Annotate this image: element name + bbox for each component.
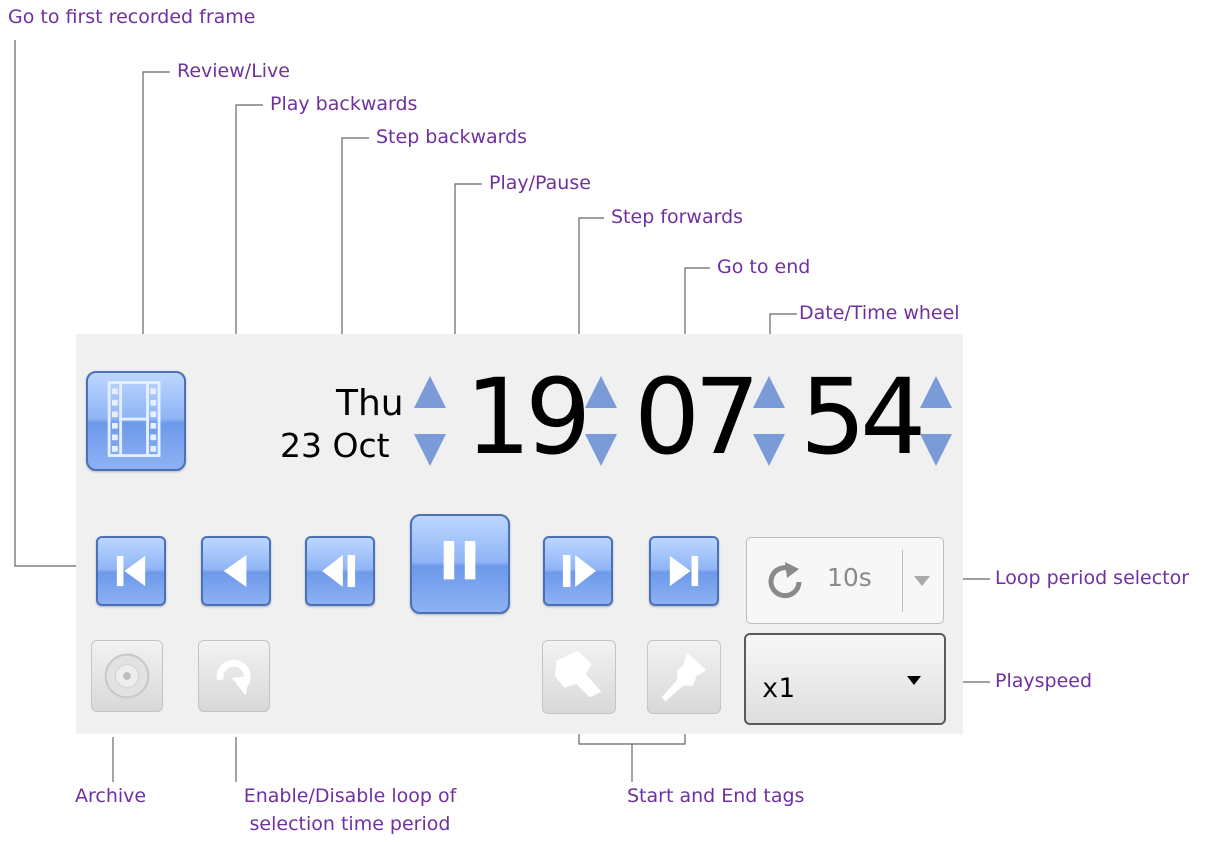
playspeed-selector[interactable]: x1 (744, 633, 946, 725)
minutes-down-arrow-icon[interactable] (753, 434, 785, 466)
date-up-arrow-icon[interactable] (414, 376, 446, 408)
hours-spinner[interactable] (583, 372, 619, 472)
label-playspeed: Playspeed (995, 670, 1093, 692)
step-forwards-button[interactable] (543, 536, 613, 606)
review-live-button[interactable] (86, 371, 186, 471)
label-date-time-wheel: Date/Time wheel (799, 302, 960, 324)
end-tag-icon (661, 652, 707, 702)
start-tag-button[interactable] (542, 640, 616, 714)
day-name: Thu (336, 383, 404, 424)
go-to-first-frame-button[interactable] (96, 536, 166, 606)
pause-icon (443, 540, 476, 580)
play-backwards-icon (223, 554, 247, 588)
label-review-live: Review/Live (177, 60, 290, 82)
disc-icon (104, 653, 150, 699)
play-backwards-button[interactable] (201, 536, 271, 606)
label-go-to-end: Go to end (717, 256, 811, 278)
loop-icon (768, 562, 802, 599)
loop-period-selector[interactable]: 10s (746, 537, 944, 624)
label-step-forwards: Step forwards (611, 206, 744, 228)
playspeed-value: x1 (762, 673, 795, 704)
label-start-end-tags: Start and End tags (627, 785, 805, 807)
label-step-backwards: Step backwards (376, 126, 528, 148)
skip-to-start-icon (116, 555, 146, 587)
minutes-spinner[interactable] (751, 372, 787, 472)
loop-period-value: 10s (827, 563, 872, 592)
label-loop-toggle-line2: selection time period (249, 813, 451, 835)
step-backwards-button[interactable] (305, 536, 375, 606)
loop-period-separator (902, 550, 903, 612)
date-down-arrow-icon[interactable] (414, 434, 446, 466)
label-archive: Archive (75, 785, 147, 807)
start-tag-icon (554, 650, 602, 698)
loop-toggle-button[interactable] (198, 640, 270, 712)
end-tag-button[interactable] (647, 640, 721, 714)
skip-to-end-icon (669, 555, 699, 587)
seconds-display: 54 (800, 356, 926, 478)
label-loop-period-selector: Loop period selector (995, 567, 1190, 589)
minutes-display: 07 (634, 356, 760, 478)
label-play-pause: Play/Pause (489, 172, 591, 194)
step-backwards-icon (322, 554, 356, 588)
label-loop-toggle-line1: Enable/Disable loop of (243, 785, 457, 807)
film-icon (107, 381, 161, 457)
seconds-spinner[interactable] (918, 372, 954, 472)
loop-toggle-icon (216, 659, 251, 696)
hours-display: 19 (465, 356, 591, 478)
hours-down-arrow-icon[interactable] (585, 434, 617, 466)
day-date: 23 Oct (280, 426, 390, 465)
go-to-end-button[interactable] (649, 536, 719, 606)
play-pause-button[interactable] (410, 514, 510, 614)
date-spinner[interactable] (412, 372, 448, 472)
hours-up-arrow-icon[interactable] (585, 376, 617, 408)
seconds-up-arrow-icon[interactable] (920, 376, 952, 408)
dropdown-arrow-icon (914, 576, 930, 586)
archive-button[interactable] (91, 640, 163, 712)
minutes-up-arrow-icon[interactable] (753, 376, 785, 408)
step-forwards-icon (562, 554, 596, 588)
dropdown-arrow-icon (907, 676, 921, 685)
label-play-backwards: Play backwards (270, 93, 418, 115)
seconds-down-arrow-icon[interactable] (920, 434, 952, 466)
label-first-frame: Go to first recorded frame (8, 6, 256, 28)
